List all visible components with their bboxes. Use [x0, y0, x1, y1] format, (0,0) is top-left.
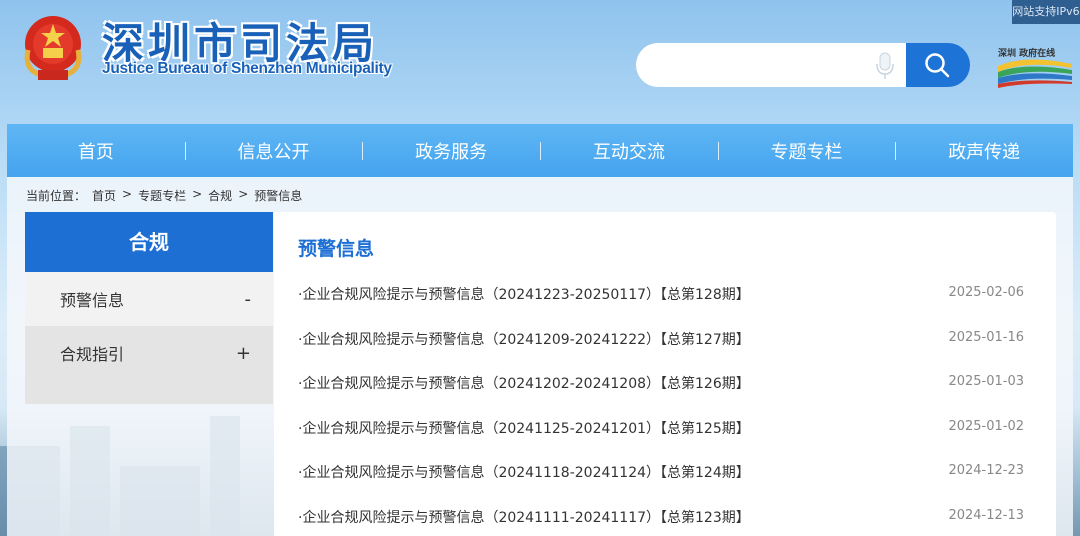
search-box — [636, 43, 908, 87]
sidebar-item-guide[interactable]: 合规指引 + — [25, 326, 273, 380]
article-date: 2025-01-02 — [948, 418, 1024, 434]
breadcrumb: 当前位置： 首页 > 专题专栏 > 合规 > 预警信息 — [26, 187, 302, 204]
microphone-icon[interactable] — [874, 52, 896, 80]
page-title: 预警信息 — [298, 238, 375, 260]
search-button[interactable] — [906, 43, 970, 87]
list-item: ·企业合规风险提示与预警信息（20241125-20241201）【总第125期… — [298, 418, 1024, 463]
main-content: 预警信息 ·企业合规风险提示与预警信息（20241223-20250117）【总… — [274, 212, 1056, 536]
sidebar-title: 合规 — [25, 212, 273, 272]
nav-item-0[interactable]: 首页 — [7, 138, 185, 164]
site-title-en: Justice Bureau of Shenzhen Municipality — [102, 60, 392, 77]
article-list: ·企业合规风险提示与预警信息（20241223-20250117）【总第128期… — [298, 284, 1024, 536]
breadcrumb-prefix: 当前位置： — [26, 189, 87, 203]
nav-item-4[interactable]: 专题专栏 — [717, 138, 896, 164]
sidebar-item-label: 预警信息 — [60, 291, 125, 310]
nav-item-5[interactable]: 政声传递 — [895, 138, 1073, 164]
breadcrumb-sep: > — [192, 187, 203, 201]
breadcrumb-current[interactable]: 预警信息 — [254, 187, 302, 204]
list-item: ·企业合规风险提示与预警信息（20241209-20241222）【总第127期… — [298, 329, 1024, 374]
sidebar-item-warning[interactable]: 预警信息 - — [25, 272, 273, 326]
main-nav: 首页 信息公开 政务服务 互动交流 专题专栏 政声传递 — [7, 124, 1073, 177]
article-link[interactable]: ·企业合规风险提示与预警信息（20241202-20241208）【总第126期… — [298, 373, 750, 393]
list-item: ·企业合规风险提示与预警信息（20241111-20241117）【总第123期… — [298, 507, 1024, 536]
shenzhen-gov-logo[interactable]: 深圳 政府在线 — [996, 44, 1074, 90]
article-link[interactable]: ·企业合规风险提示与预警信息（20241118-20241124）【总第124期… — [298, 462, 750, 482]
article-link[interactable]: ·企业合规风险提示与预警信息（20241125-20241201）【总第125期… — [298, 418, 750, 438]
search-input[interactable] — [656, 51, 876, 79]
article-date: 2025-01-03 — [948, 374, 1024, 389]
sidebar: 合规 预警信息 - 合规指引 + — [25, 212, 273, 404]
article-link[interactable]: ·企业合规风险提示与预警信息（20241223-20250117）【总第128期… — [298, 284, 750, 304]
nav-item-1[interactable]: 信息公开 — [184, 138, 363, 164]
article-link[interactable]: ·企业合规风险提示与预警信息（20241111-20241117）【总第123期… — [298, 507, 750, 527]
expand-icon[interactable]: + — [236, 343, 251, 364]
collapse-icon[interactable]: - — [245, 289, 252, 310]
nav-item-3[interactable]: 互动交流 — [540, 138, 718, 164]
article-date: 2025-01-16 — [948, 329, 1024, 345]
breadcrumb-special[interactable]: 专题专栏 — [138, 187, 186, 204]
nav-item-2[interactable]: 政务服务 — [362, 138, 540, 164]
breadcrumb-sep: > — [122, 187, 133, 201]
national-emblem-icon[interactable] — [18, 10, 88, 82]
list-item: ·企业合规风险提示与预警信息（20241118-20241124）【总第124期… — [298, 462, 1024, 507]
search-icon — [925, 53, 950, 78]
svg-text:深圳 政府在线: 深圳 政府在线 — [998, 47, 1055, 59]
list-item: ·企业合规风险提示与预警信息（20241202-20241208）【总第126期… — [298, 373, 1024, 418]
breadcrumb-home[interactable]: 首页 — [92, 187, 116, 204]
article-link[interactable]: ·企业合规风险提示与预警信息（20241209-20241222）【总第127期… — [298, 329, 750, 349]
sidebar-item-label: 合规指引 — [60, 345, 125, 364]
list-item: ·企业合规风险提示与预警信息（20241223-20250117）【总第128期… — [298, 284, 1024, 329]
breadcrumb-sep: > — [238, 187, 249, 201]
article-date: 2024-12-23 — [948, 463, 1024, 478]
article-date: 2025-02-06 — [948, 285, 1024, 300]
article-date: 2024-12-13 — [948, 507, 1024, 523]
breadcrumb-compliance[interactable]: 合规 — [208, 187, 232, 204]
ipv6-badge: 网站支持IPv6 — [1012, 0, 1080, 24]
